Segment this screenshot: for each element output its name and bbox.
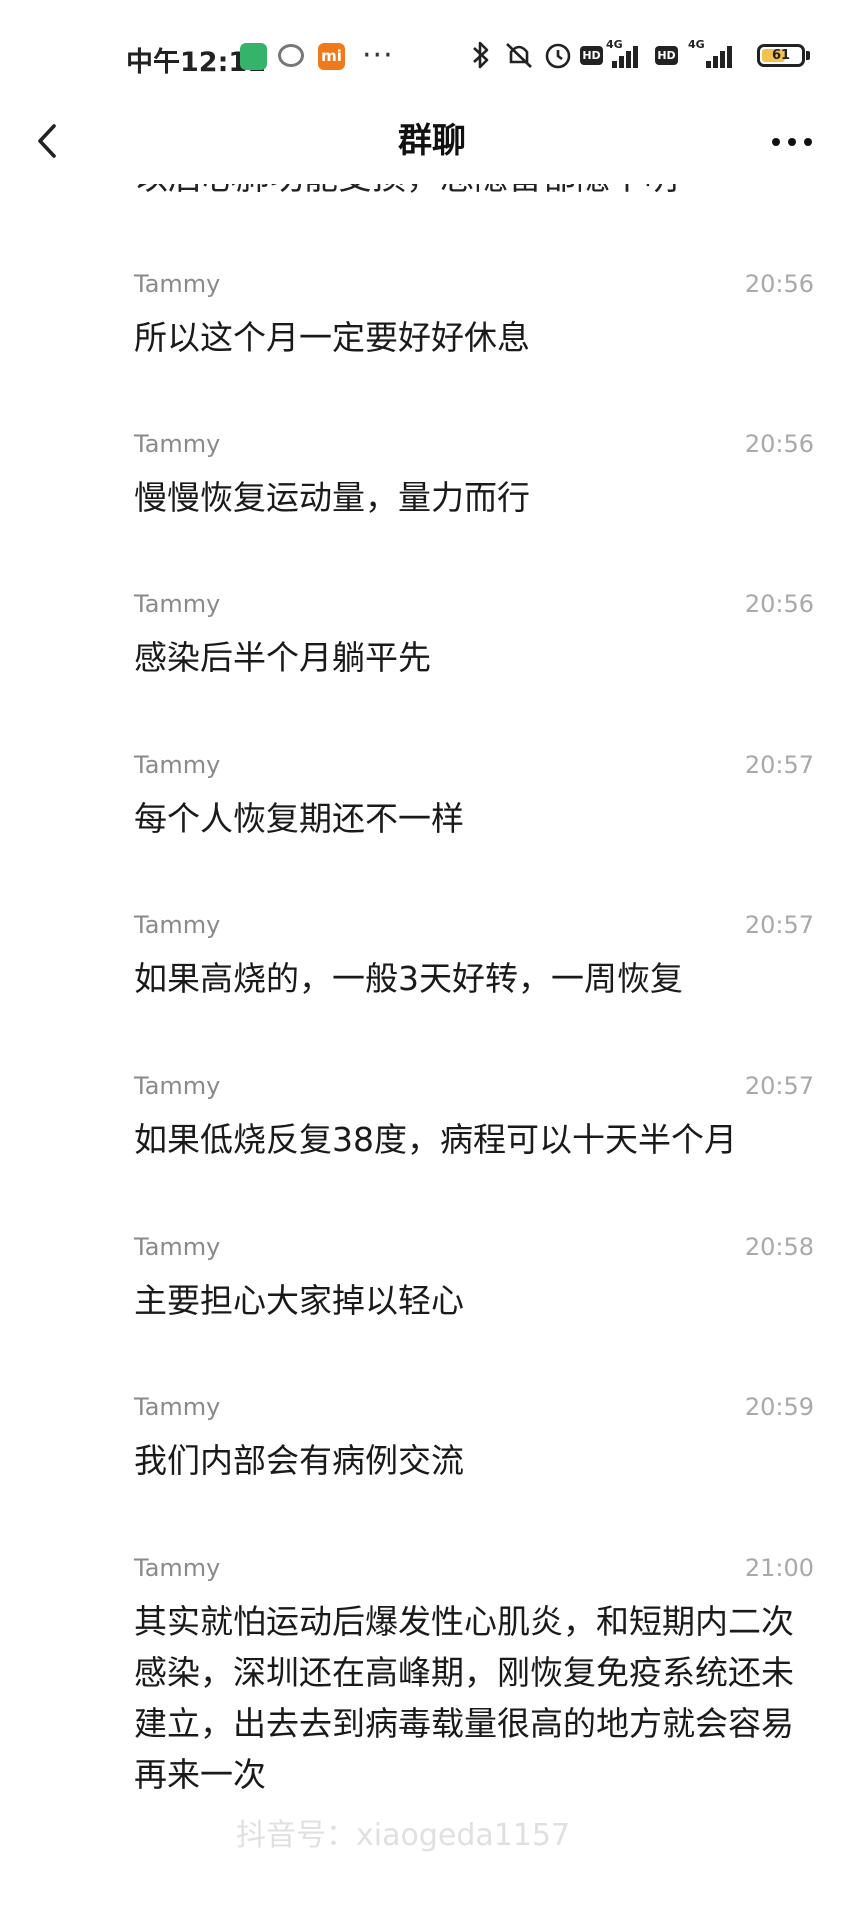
message-sender: Tammy	[134, 430, 221, 458]
battery-level-text: 61	[771, 48, 791, 63]
network-4g-label-2: 4G	[688, 38, 705, 51]
message-sender: Tammy	[134, 1072, 221, 1100]
message-sender: Tammy	[134, 270, 221, 298]
message-time: 20:59	[744, 1393, 814, 1421]
phone-app-icon	[240, 43, 267, 70]
message-text: 每个人恢复期还不一样	[134, 799, 464, 838]
message-time: 20:57	[744, 911, 814, 939]
page-title: 群聊	[398, 121, 466, 161]
alarm-icon	[543, 40, 573, 77]
message-text: 我们内部会有病例交流	[134, 1441, 464, 1480]
message-text: 如果高烧的，一般3天好转，一周恢复	[134, 959, 683, 998]
message-time: 20:56	[744, 430, 814, 458]
message-sender: Tammy	[134, 1393, 221, 1421]
hd-icon: HD	[580, 46, 603, 65]
status-bar: 中午12:11 mi ··· HD 4G HD 4G 61	[0, 0, 864, 114]
message-time: 20:57	[744, 1072, 814, 1100]
signal-icon-2	[706, 44, 736, 68]
battery-icon: 61	[757, 44, 805, 67]
hd-icon-2: HD	[655, 46, 678, 65]
signal-icon	[612, 44, 642, 68]
message-sender: Tammy	[134, 911, 221, 939]
message-text: 慢慢恢复运动量，量力而行	[134, 478, 530, 517]
title-bar: 群聊	[0, 100, 864, 184]
message-sender: Tammy	[134, 751, 221, 779]
chat-app-icon	[278, 44, 304, 67]
message-sender: Tammy	[134, 590, 221, 618]
message-time: 20:58	[744, 1233, 814, 1261]
message-time: 20:56	[744, 270, 814, 298]
message-time: 21:00	[744, 1554, 814, 1582]
message-text: 如果低烧反复38度，病程可以十天半个月	[134, 1120, 737, 1159]
more-notifications-icon: ···	[362, 38, 394, 73]
message-time: 20:56	[744, 590, 814, 618]
mute-icon	[503, 40, 535, 77]
message-text: 感染后半个月躺平先	[134, 638, 431, 677]
more-dots-icon[interactable]	[768, 124, 816, 158]
message-sender: Tammy	[134, 1233, 221, 1261]
message-text: 所以这个月一定要好好休息	[134, 318, 530, 357]
mi-app-icon: mi	[318, 43, 345, 70]
message-text: 主要担心大家掉以轻心	[134, 1281, 464, 1320]
message-text: 其实就怕运动后爆发性心肌炎，和短期内二次感染，深圳还在高峰期，刚恢复免疫系统还未…	[134, 1602, 794, 1794]
message-sender: Tammy	[134, 1554, 221, 1582]
battery-cap	[806, 51, 810, 60]
bluetooth-icon	[470, 40, 492, 77]
watermark: 抖音号：xiaogeda1157	[236, 1818, 571, 1853]
message-time: 20:57	[744, 751, 814, 779]
